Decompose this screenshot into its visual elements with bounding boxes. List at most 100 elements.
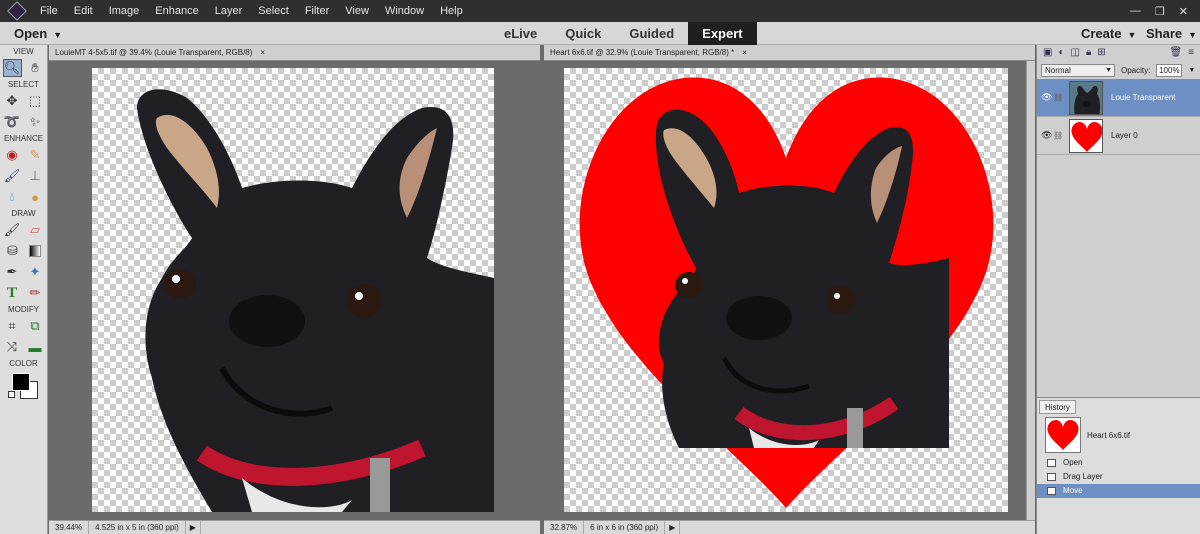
zoom-tool-icon[interactable]: 🔍︎ <box>2 59 22 77</box>
history-item-move[interactable]: Move <box>1037 484 1200 498</box>
menu-layer[interactable]: Layer <box>207 5 251 17</box>
section-modify: MODIFY <box>7 305 40 314</box>
minimize-icon[interactable]: — <box>1130 5 1141 17</box>
tab-guided[interactable]: Guided <box>615 22 688 45</box>
blend-mode-select[interactable]: Normal ▼ <box>1041 63 1115 77</box>
lasso-tool-icon[interactable]: ➰ <box>3 113 22 131</box>
type-tool-icon[interactable]: T <box>3 284 22 302</box>
brush-tool-icon[interactable]: 🖌︎ <box>3 221 22 239</box>
app-logo-icon <box>7 1 27 21</box>
new-layer-icon[interactable]: ▣ <box>1043 47 1052 59</box>
share-label: Share <box>1146 26 1183 41</box>
content-aware-move-icon[interactable]: ⤨ <box>3 338 22 356</box>
open-button[interactable]: Open ▼ <box>14 26 62 41</box>
chevron-down-icon[interactable]: ▼ <box>1188 67 1195 74</box>
eye-icon[interactable]: 👁︎ <box>1041 130 1053 141</box>
menu-image[interactable]: Image <box>101 5 148 17</box>
tab-history[interactable]: History <box>1039 400 1076 414</box>
close-tab-icon[interactable]: × <box>742 48 747 57</box>
canvas-louie[interactable] <box>92 68 494 512</box>
smart-brush-icon[interactable]: 🖌︎ <box>3 167 22 185</box>
section-view: VIEW <box>13 47 34 56</box>
chevron-down-icon: ▼ <box>1188 30 1198 40</box>
color-picker-icon[interactable]: ✒︎ <box>3 263 22 281</box>
history-item-label: Move <box>1063 486 1083 495</box>
delete-layer-icon[interactable]: 🗑︎ <box>1169 47 1182 59</box>
document-window-louie: LouieMT 4-5x5.tif @ 39.4% (Louie Transpa… <box>49 45 540 534</box>
red-eye-tool-icon[interactable]: ◉ <box>3 146 22 164</box>
mode-bar: Open ▼ eLive Quick Guided Expert Create ▼ … <box>0 22 1200 45</box>
tab-quick[interactable]: Quick <box>551 22 615 45</box>
eraser-tool-icon[interactable]: ▱ <box>26 221 45 239</box>
marquee-tool-icon[interactable]: ⬚ <box>26 92 45 110</box>
foreground-color-swatch[interactable] <box>12 373 30 391</box>
menu-enhance[interactable]: Enhance <box>147 5 206 17</box>
paint-bucket-icon[interactable]: ⛁ <box>3 242 22 260</box>
document-size: 6 in x 6 in (360 ppi) <box>584 521 666 534</box>
close-tab-icon[interactable]: × <box>260 48 265 57</box>
healing-brush-icon[interactable]: ✎ <box>26 146 45 164</box>
layer-row-layer0[interactable]: 👁︎ ⛓︎ Layer 0 <box>1037 117 1200 155</box>
layer-row-louie[interactable]: 👁︎ ⛓︎ Louie Transparent <box>1037 79 1200 117</box>
document-tab[interactable]: Heart 6x6.tif @ 32.9% (Louie Transparent… <box>544 45 1035 61</box>
blur-tool-icon[interactable]: 💧︎ <box>3 188 22 206</box>
document-tab[interactable]: LouieMT 4-5x5.tif @ 39.4% (Louie Transpa… <box>49 45 540 61</box>
menu-window[interactable]: Window <box>377 5 432 17</box>
status-arrow-icon[interactable]: ▶ <box>665 521 681 534</box>
document-size: 4.525 in x 5 in (360 ppi) <box>89 521 186 534</box>
menu-edit[interactable]: Edit <box>66 5 101 17</box>
link-icon[interactable]: ⛓︎ <box>1053 93 1063 102</box>
gradient-tool-icon[interactable] <box>29 245 41 257</box>
history-item-drag-layer[interactable]: Drag Layer <box>1037 470 1200 484</box>
menu-file[interactable]: File <box>32 5 66 17</box>
history-item-open[interactable]: Open <box>1037 456 1200 470</box>
clone-stamp-icon[interactable]: ⊥ <box>26 167 45 185</box>
custom-shape-icon[interactable]: ✦ <box>26 263 45 281</box>
status-bar: 32.87% 6 in x 6 in (360 ppi) ▶ <box>544 520 1035 534</box>
opacity-input[interactable]: 100% <box>1156 63 1183 77</box>
lock-icon[interactable]: 🔒︎ <box>1086 47 1091 59</box>
pencil-tool-icon[interactable]: ✏︎ <box>26 284 45 302</box>
create-button[interactable]: Create ▼ <box>1081 26 1136 41</box>
blend-mode-value: Normal <box>1045 65 1071 75</box>
snapshot-thumbnail <box>1045 417 1081 453</box>
menu-select[interactable]: Select <box>250 5 297 17</box>
create-label: Create <box>1081 26 1122 41</box>
adjustment-layer-icon[interactable]: ◐ <box>1058 47 1064 59</box>
zoom-level[interactable]: 32.87% <box>544 521 585 534</box>
menu-filter[interactable]: Filter <box>297 5 337 17</box>
toolbox: VIEW 🔍︎ ✋︎ SELECT ✥ ⬚ ➰ ✨︎ ENHANCE ◉ ✎ 🖌… <box>0 45 48 534</box>
history-step-icon <box>1047 473 1056 481</box>
history-step-icon <box>1047 487 1056 495</box>
link-icon[interactable]: ⛓︎ <box>1053 131 1063 140</box>
hand-tool-icon[interactable]: ✋︎ <box>26 59 45 77</box>
history-panel: History Heart 6x6.tif Open Drag Layer Mo… <box>1037 397 1200 534</box>
share-button[interactable]: Share ▼ <box>1146 26 1197 41</box>
chevron-down-icon: ▼ <box>53 30 63 40</box>
move-tool-icon[interactable]: ✥ <box>3 92 22 110</box>
menu-view[interactable]: View <box>337 5 377 17</box>
lock-transparency-icon[interactable]: ⊞ <box>1097 47 1105 59</box>
vertical-scrollbar[interactable] <box>1026 61 1035 520</box>
straighten-tool-icon[interactable]: ▬ <box>26 338 45 356</box>
tab-expert[interactable]: Expert <box>688 22 757 45</box>
crop-tool-icon[interactable]: ⌗ <box>3 317 22 335</box>
chevron-down-icon: ▼ <box>1127 30 1137 40</box>
window-controls: — ❐ ✕ <box>1130 0 1200 22</box>
menu-help[interactable]: Help <box>432 5 471 17</box>
panel-menu-icon[interactable]: ≡ <box>1188 47 1194 59</box>
mask-icon[interactable]: ◫ <box>1071 47 1080 59</box>
eye-icon[interactable]: 👁︎ <box>1041 92 1053 103</box>
history-snapshot[interactable]: Heart 6x6.tif <box>1037 414 1200 456</box>
recompose-tool-icon[interactable]: ⧉ <box>26 317 45 335</box>
zoom-level[interactable]: 39.44% <box>49 521 90 534</box>
tab-elive[interactable]: eLive <box>490 22 551 45</box>
status-arrow-icon[interactable]: ▶ <box>186 521 201 534</box>
sponge-tool-icon[interactable]: ● <box>26 188 45 206</box>
canvas-heart[interactable] <box>564 68 1008 512</box>
swap-colors-icon[interactable] <box>8 391 15 398</box>
close-window-icon[interactable]: ✕ <box>1179 5 1188 18</box>
magic-wand-tool-icon[interactable]: ✨︎ <box>26 113 45 131</box>
layers-toolbar: ▣ ◐ ◫ 🔒︎ ⊞ 🗑︎ ≡ <box>1037 45 1200 61</box>
restore-icon[interactable]: ❐ <box>1155 5 1165 18</box>
